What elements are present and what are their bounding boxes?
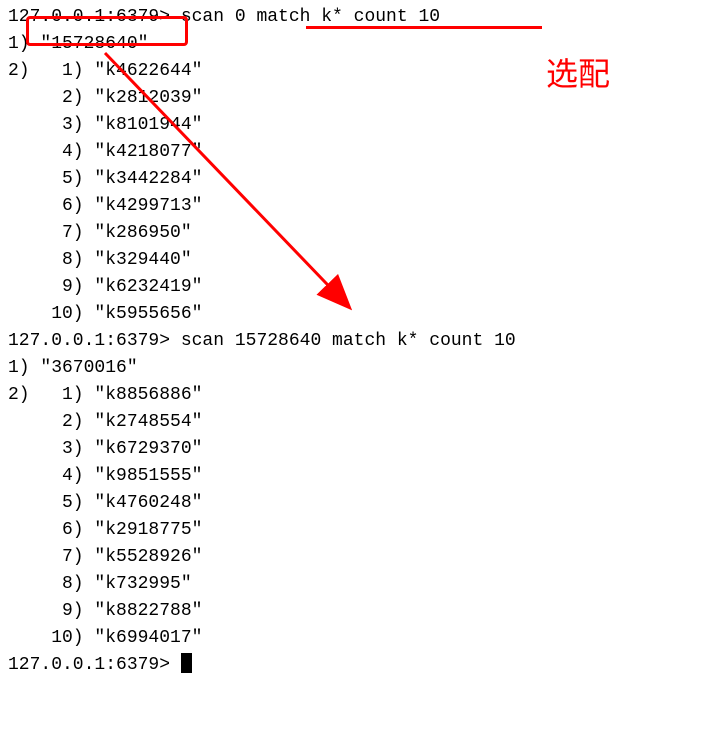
terminal-prompt-line[interactable]: 127.0.0.1:6379> [8,652,710,679]
terminal-command-line: 127.0.0.1:6379> scan 0 match k* count 10 [8,4,710,31]
terminal-result-item: 3) "k8101944" [8,112,710,139]
terminal-result-item: 5) "k3442284" [8,166,710,193]
terminal-result-item: 7) "k286950" [8,220,710,247]
terminal-prompt: 127.0.0.1:6379> [8,655,181,675]
terminal-result-item: 3) "k6729370" [8,436,710,463]
terminal-result-cursor: 1) "15728640" [8,31,710,58]
terminal-result-cursor: 1) "3670016" [8,355,710,382]
terminal-command-line: 127.0.0.1:6379> scan 15728640 match k* c… [8,328,710,355]
terminal-prompt: 127.0.0.1:6379> [8,7,181,27]
terminal-result-item: 8) "k329440" [8,247,710,274]
terminal-result-item: 2) 1) "k4622644" [8,58,710,85]
terminal-result-item: 6) "k2918775" [8,517,710,544]
terminal-result-item: 6) "k4299713" [8,193,710,220]
terminal-command: scan 15728640 match k* count 10 [181,331,516,351]
terminal-result-item: 2) "k2812039" [8,85,710,112]
terminal-output: 127.0.0.1:6379> scan 0 match k* count 10… [8,4,710,679]
terminal-result-item: 7) "k5528926" [8,544,710,571]
terminal-prompt: 127.0.0.1:6379> [8,331,181,351]
terminal-result-item: 10) "k5955656" [8,301,710,328]
terminal-command: scan 0 match k* count 10 [181,7,440,27]
terminal-result-item: 9) "k6232419" [8,274,710,301]
terminal-result-item: 4) "k4218077" [8,139,710,166]
terminal-result-item: 9) "k8822788" [8,598,710,625]
terminal-result-item: 4) "k9851555" [8,463,710,490]
cursor-icon [181,653,192,673]
terminal-result-item: 2) "k2748554" [8,409,710,436]
terminal-result-item: 2) 1) "k8856886" [8,382,710,409]
terminal-result-item: 5) "k4760248" [8,490,710,517]
terminal-result-item: 8) "k732995" [8,571,710,598]
terminal-result-item: 10) "k6994017" [8,625,710,652]
